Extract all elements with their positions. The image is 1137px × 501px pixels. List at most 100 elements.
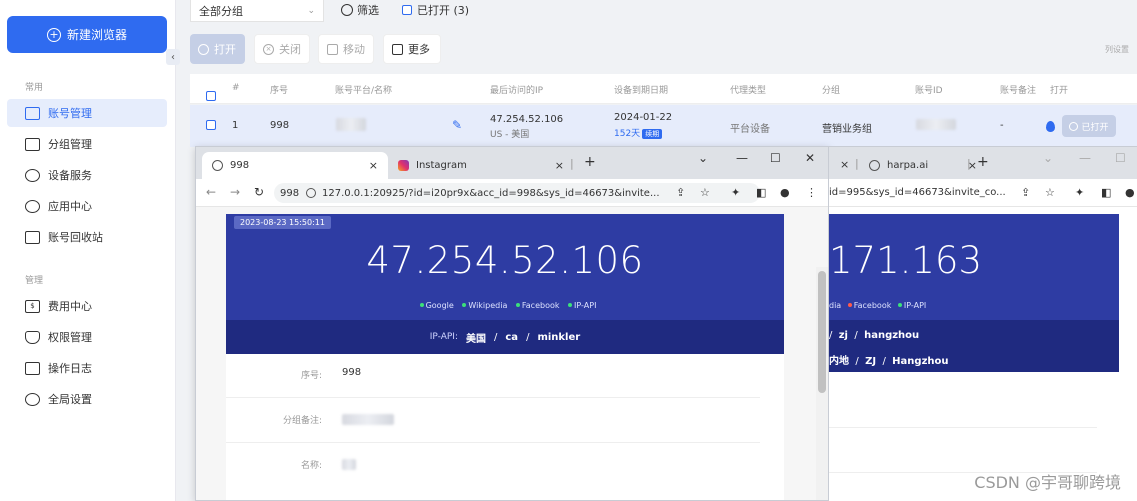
sidebar-item-operation-log[interactable]: 操作日志 [7, 354, 167, 382]
section-common-label: 常用 [25, 83, 44, 93]
minimize-button[interactable]: — [1079, 151, 1091, 165]
col-note: 账号备注 [1000, 86, 1037, 96]
move-button[interactable]: 移动 [318, 34, 374, 64]
sidebar-item-recycle-bin[interactable]: 账号回收站 [7, 223, 167, 251]
row-checkbox[interactable] [206, 120, 216, 133]
profile-icon[interactable]: ● [780, 186, 790, 199]
reload-icon[interactable]: ↻ [254, 185, 264, 199]
sidebar-item-account-manage[interactable]: 账号管理 [7, 99, 167, 127]
sidebar-item-device-service[interactable]: 设备服务 [7, 161, 167, 189]
filter-button[interactable]: 筛选 [341, 2, 379, 18]
row-expire-date: 2024-01-22 [614, 112, 673, 123]
browser-window-998[interactable]: 998 × Instagram × | + ⌄ — ☐ ✕ ← → ↻ 998 … [195, 146, 829, 501]
sidebar-item-permissions[interactable]: 权限管理 [7, 323, 167, 351]
plus-circle-icon: + [46, 27, 61, 42]
back-arrow-icon[interactable]: ← [206, 185, 216, 199]
service-ipapi[interactable]: IP-API [574, 301, 596, 310]
col-last-ip: 最后访问的IP [490, 86, 544, 96]
row-ip-location: US - 美国 [490, 130, 530, 140]
sidepanel-icon[interactable]: ◧ [1101, 186, 1111, 199]
sidebar-item-global-settings[interactable]: 全局设置 [7, 385, 167, 413]
sidebar-item-label: 账号回收站 [48, 231, 103, 244]
minimize-button[interactable]: — [736, 151, 748, 165]
ipapi-city: Hangzhou [892, 356, 949, 367]
menu-kebab-icon[interactable]: ⋮ [806, 186, 817, 199]
new-tab-button[interactable]: + [977, 154, 989, 170]
sidebar-item-billing[interactable]: $ 费用中心 [7, 292, 167, 320]
scrollbar[interactable] [816, 267, 828, 500]
tab-close-icon[interactable]: × [369, 159, 378, 172]
globe-icon [869, 160, 880, 171]
ipapi-city: minkler [537, 331, 581, 343]
sidebar-collapse-button[interactable]: ‹ [166, 49, 180, 65]
service-wikipedia[interactable]: dia [829, 301, 841, 310]
bookmark-star-icon[interactable]: ☆ [1045, 186, 1055, 199]
col-account-id: 账号ID [915, 86, 943, 96]
service-facebook[interactable]: Facebook [522, 301, 560, 310]
bookmark-star-icon[interactable]: ☆ [700, 186, 710, 199]
info-icon[interactable] [306, 188, 316, 198]
ipapi-band: / zj / hangzhou 内地 / ZJ / Hangzhou [829, 320, 1119, 372]
group-select-value: 全部分组 [199, 4, 243, 18]
tab-998[interactable]: 998 × [202, 152, 388, 179]
more-button[interactable]: 更多 [383, 34, 441, 64]
section-manage-label: 管理 [25, 276, 44, 286]
tab-search-chevron-icon[interactable]: ⌄ [1043, 151, 1053, 165]
open-button[interactable]: 打开 [190, 34, 245, 64]
profile-icon[interactable]: ● [1125, 186, 1135, 199]
close-window-button[interactable]: ✕ [805, 151, 815, 165]
service-checks: dia Facebook IP-API [829, 301, 926, 310]
tab-close-icon[interactable]: × [840, 158, 849, 171]
location-pin-icon [25, 168, 40, 182]
col-serial[interactable]: 序号 [270, 83, 288, 96]
browser-window-995[interactable]: × | harpa.ai × | + ⌄ — ☐ id=995&sys_id=4… [829, 146, 1137, 501]
sidebar-item-app-center[interactable]: 应用中心 [7, 192, 167, 220]
service-google[interactable]: Google [426, 301, 454, 310]
url-field[interactable]: 998 127.0.0.1:20925/?id=i20pr9x&acc_id=9… [274, 183, 760, 203]
trash-icon [25, 230, 40, 244]
ipapi-region: ca [505, 331, 519, 343]
column-setting-button[interactable]: 列设置 [1105, 44, 1129, 55]
service-wikipedia[interactable]: Wikipedia [468, 301, 507, 310]
chrome-icon [1069, 121, 1079, 131]
group-select[interactable]: 全部分组 ⌄ [190, 0, 324, 22]
row-account-id-redacted [916, 119, 956, 130]
sidepanel-icon[interactable]: ◧ [756, 186, 766, 199]
service-facebook[interactable]: Facebook [854, 301, 892, 310]
url-text[interactable]: id=995&sys_id=46673&invite_co... [829, 187, 1006, 198]
address-bar-row: ← → ↻ 998 127.0.0.1:20925/?id=i20pr9x&ac… [196, 179, 828, 207]
maximize-button[interactable]: ☐ [770, 151, 781, 165]
scrollbar-thumb[interactable] [818, 271, 826, 393]
new-tab-button[interactable]: + [584, 154, 596, 170]
filter-label: 筛选 [357, 4, 379, 17]
share-icon[interactable]: ⇪ [676, 186, 685, 199]
checkbox-icon [402, 5, 412, 15]
big-ip-text: 47.254.52.106 [366, 239, 644, 282]
opened-filter-checkbox[interactable]: 已打开 (3) [402, 2, 469, 18]
extensions-puzzle-icon[interactable]: ✦ [731, 186, 740, 199]
table-row[interactable]: 1 998 ✎ 47.254.52.106 US - 美国 2024-01-22… [190, 105, 1137, 147]
tab-search-chevron-icon[interactable]: ⌄ [698, 151, 708, 165]
extensions-puzzle-icon[interactable]: ✦ [1075, 186, 1084, 199]
maximize-button[interactable]: ☐ [1115, 151, 1126, 165]
close-button[interactable]: × 关闭 [254, 34, 310, 64]
move-label: 移动 [343, 43, 365, 56]
service-ipapi[interactable]: IP-API [904, 301, 926, 310]
new-browser-button[interactable]: + 新建浏览器 [7, 16, 167, 53]
share-icon[interactable]: ⇪ [1021, 186, 1030, 199]
new-browser-label: 新建浏览器 [66, 28, 127, 42]
url-prefix: 998 [280, 187, 300, 199]
tab-close-icon[interactable]: × [555, 159, 564, 172]
sidebar-item-group-manage[interactable]: 分组管理 [7, 130, 167, 158]
detail-value-redacted [342, 459, 356, 470]
renew-badge[interactable]: 续期 [642, 129, 663, 139]
forward-arrow-icon[interactable]: → [230, 185, 240, 199]
opened-button[interactable]: 已打开 [1062, 115, 1116, 137]
edit-icon[interactable]: ✎ [452, 118, 462, 132]
row-serial: 998 [270, 120, 290, 131]
tab-instagram[interactable]: Instagram × [388, 152, 574, 179]
opened-button-label: 已打开 [1081, 122, 1109, 133]
ipapi-band: IP-API: 美国 / ca / minkler [226, 320, 784, 354]
sidebar-item-label: 分组管理 [48, 138, 92, 151]
divider [829, 427, 1097, 428]
